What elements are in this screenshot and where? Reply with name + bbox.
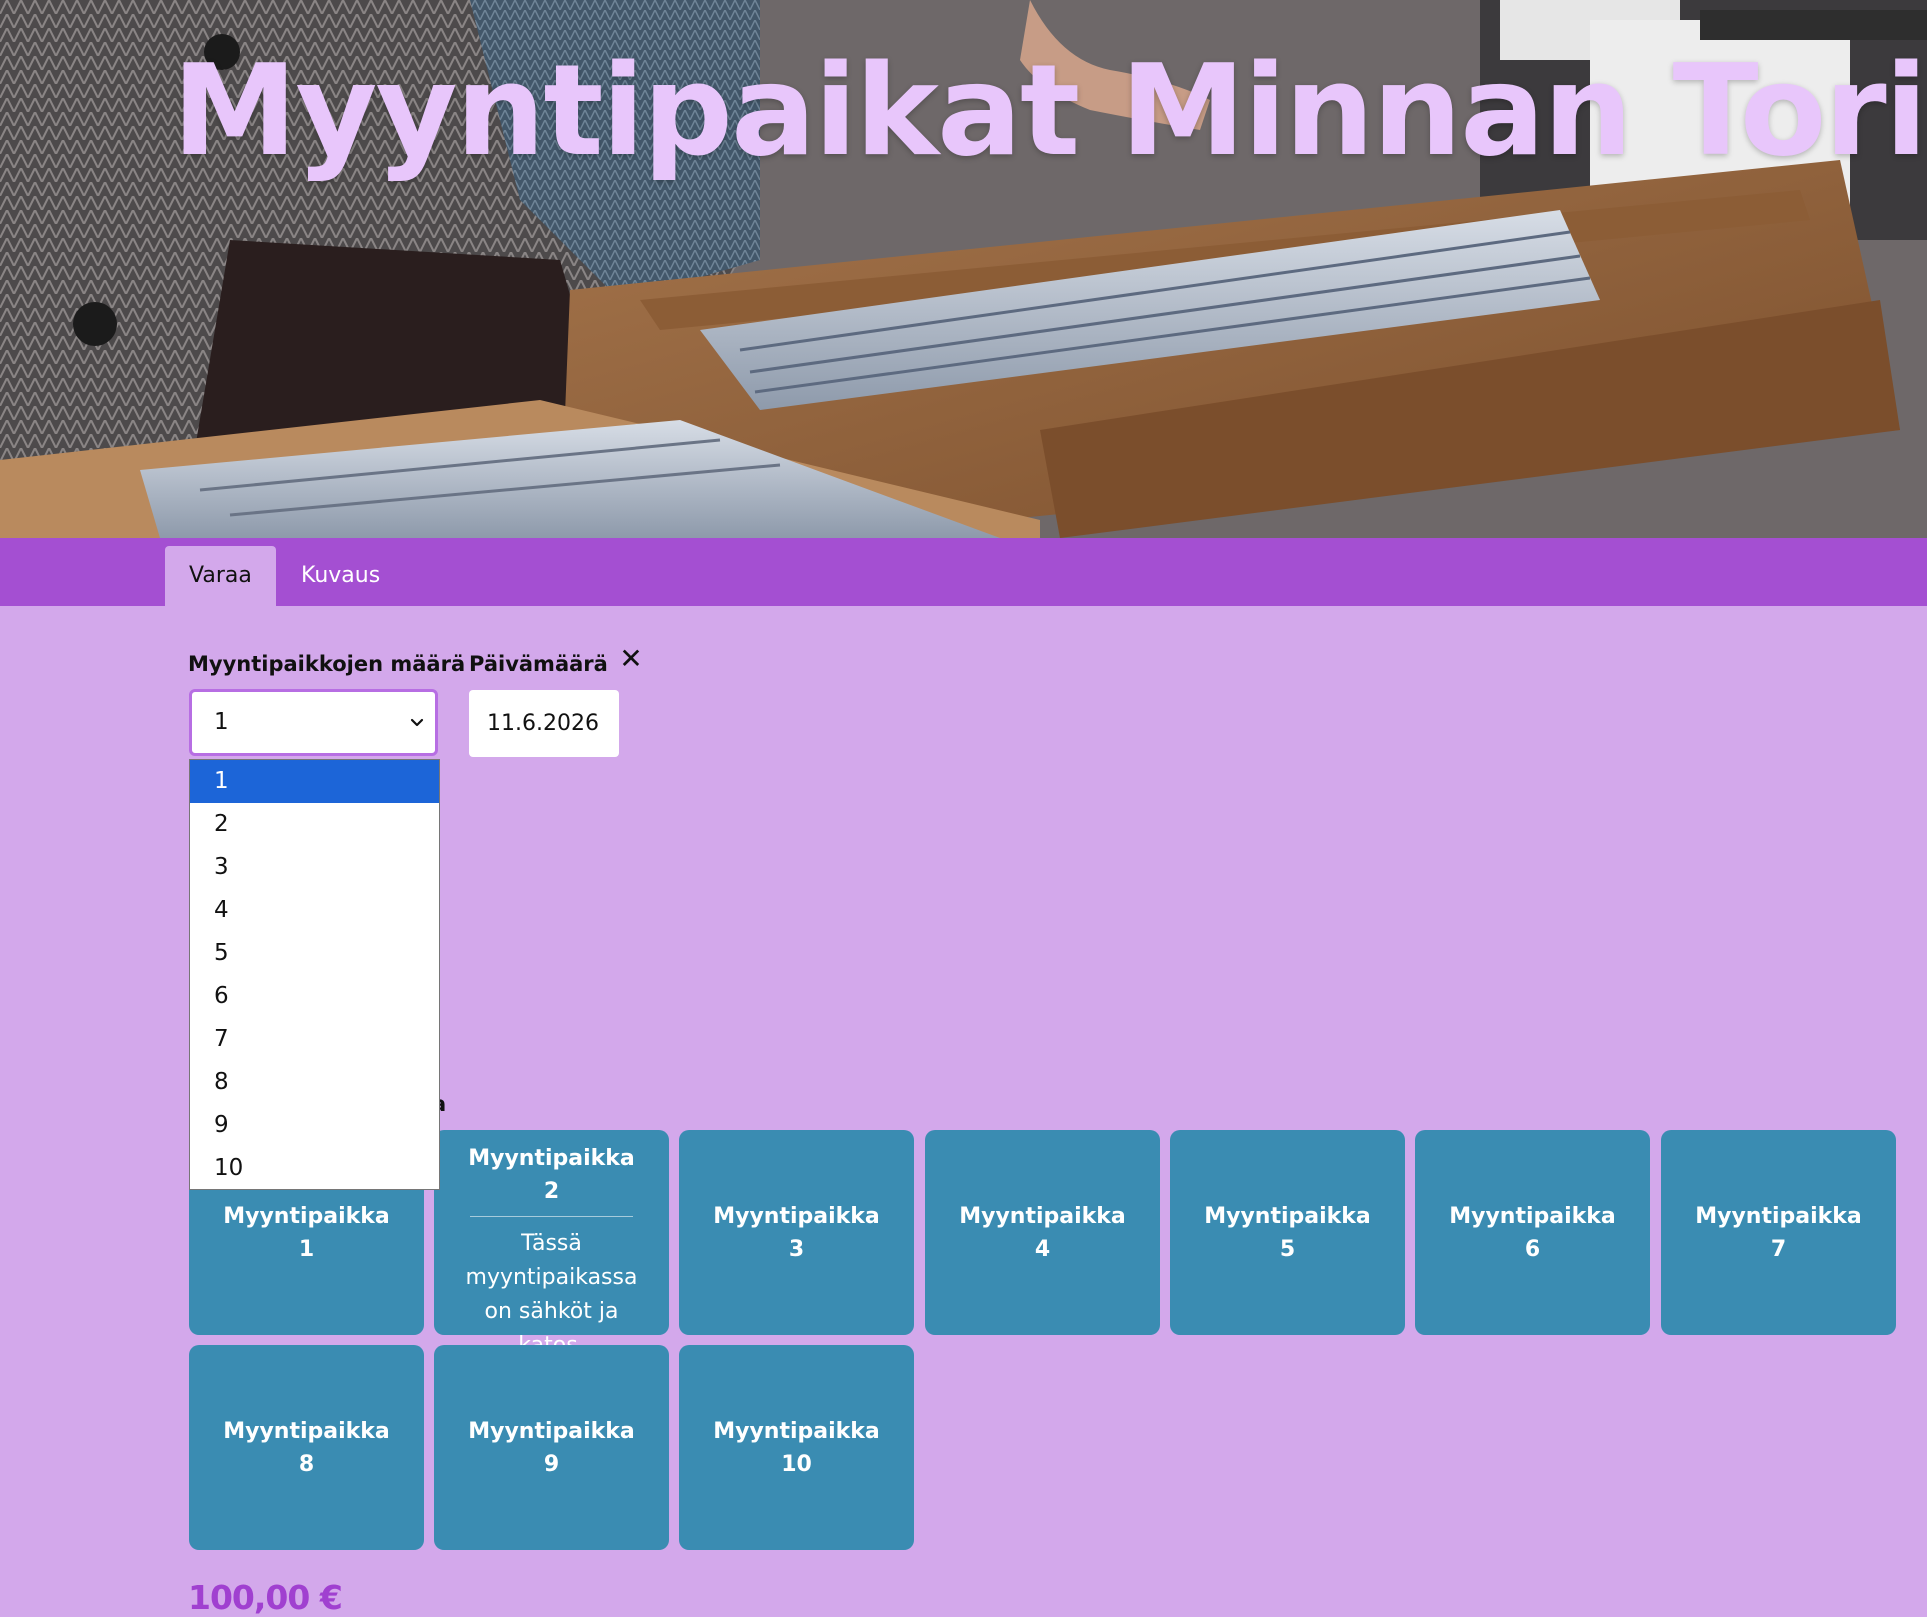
stall-title: Myyntipaikka 8 [223, 1418, 390, 1477]
stall-tile-8[interactable]: Myyntipaikka 8 [189, 1345, 424, 1550]
dropdown-option[interactable]: 8 [190, 1061, 439, 1104]
stall-title: Myyntipaikka 5 [1204, 1203, 1371, 1262]
stall-tile-3[interactable]: Myyntipaikka 3 [679, 1130, 914, 1335]
stall-title: Myyntipaikka 2 [468, 1146, 635, 1204]
date-field[interactable]: 11.6.2026 [469, 690, 619, 757]
stall-title: Myyntipaikka 7 [1695, 1203, 1862, 1262]
total-price: 100,00 € [188, 1578, 343, 1617]
tab-varaa[interactable]: Varaa [165, 546, 276, 606]
page-title: Myyntipaikat Minnan Torilla [172, 37, 1927, 184]
stall-tile-10[interactable]: Myyntipaikka 10 [679, 1345, 914, 1550]
dropdown-option[interactable]: 6 [190, 975, 439, 1018]
date-label: Päivämäärä [469, 652, 608, 676]
stall-tile-2[interactable]: Myyntipaikka 2 Tässä myyntipaikassa on s… [434, 1130, 669, 1358]
stall-tile-4[interactable]: Myyntipaikka 4 [925, 1130, 1160, 1335]
stall-title: Myyntipaikka 3 [713, 1203, 880, 1262]
dropdown-option[interactable]: 5 [190, 932, 439, 975]
count-select-value: 1 [214, 709, 229, 735]
stall-title: Myyntipaikka 10 [713, 1418, 880, 1477]
stall-tile-7[interactable]: Myyntipaikka 7 [1661, 1130, 1896, 1335]
chevron-down-icon [410, 718, 424, 727]
stall-title: Myyntipaikka 4 [959, 1203, 1126, 1262]
stall-title: Myyntipaikka 9 [468, 1418, 635, 1477]
stall-tile-5[interactable]: Myyntipaikka 5 [1170, 1130, 1405, 1335]
count-dropdown-list: 1 2 3 4 5 6 7 8 9 10 [189, 759, 440, 1190]
stall-description: Tässä myyntipaikassa on sähköt ja katos. [465, 1231, 638, 1358]
count-select[interactable]: 1 [189, 689, 438, 756]
stall-tile-9[interactable]: Myyntipaikka 9 [434, 1345, 669, 1550]
stall-tile-6[interactable]: Myyntipaikka 6 [1415, 1130, 1650, 1335]
dropdown-option[interactable]: 1 [190, 760, 439, 803]
dropdown-option[interactable]: 3 [190, 846, 439, 889]
stall-divider [470, 1216, 633, 1217]
tab-kuvaus[interactable]: Kuvaus [277, 546, 404, 606]
dropdown-option[interactable]: 9 [190, 1104, 439, 1147]
count-label: Myyntipaikkojen määrä [188, 652, 466, 676]
dropdown-option[interactable]: 10 [190, 1147, 439, 1190]
dropdown-option[interactable]: 7 [190, 1018, 439, 1061]
dropdown-option[interactable]: 4 [190, 889, 439, 932]
stall-title: Myyntipaikka 6 [1449, 1203, 1616, 1262]
close-icon[interactable]: ✕ [617, 645, 645, 673]
tab-bar: Varaa Kuvaus [0, 538, 1927, 606]
dropdown-option[interactable]: 2 [190, 803, 439, 846]
stall-title: Myyntipaikka 1 [223, 1203, 390, 1262]
hero-banner: Myyntipaikat Minnan Torilla [0, 0, 1927, 538]
